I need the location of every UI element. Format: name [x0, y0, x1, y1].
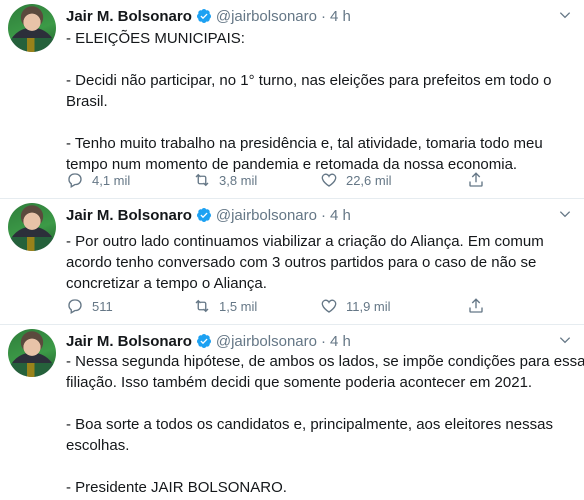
- separator-dot: ·: [320, 7, 326, 25]
- share-button[interactable]: [467, 297, 506, 315]
- tweet-line: filiação. Isso também decidi que somente…: [66, 374, 533, 391]
- reply-count: 511: [92, 298, 113, 314]
- author-handle[interactable]: @jairbolsonaro: [216, 333, 317, 350]
- verified-badge-icon: [196, 208, 211, 222]
- tweet-line-blank: [66, 456, 566, 477]
- tweet-line: - Por outro lado continuamos viabilizar …: [66, 233, 544, 250]
- tweet-line: - Decidi não participar, no 1° turno, na…: [66, 72, 552, 89]
- reply-icon: [68, 299, 82, 314]
- like-button[interactable]: 11,9 mil: [320, 297, 447, 315]
- reply-button[interactable]: 511: [66, 297, 193, 315]
- like-icon: [321, 173, 337, 187]
- avatar[interactable]: [8, 203, 56, 251]
- like-icon: [321, 299, 337, 313]
- like-button[interactable]: 22,6 mil: [320, 171, 447, 189]
- tweet-line: - Presidente JAIR BOLSONARO.: [66, 479, 287, 496]
- retweet-count: 3,8 mil: [218, 172, 258, 188]
- tweet-line: escolhas.: [66, 437, 130, 454]
- share-icon: [469, 298, 483, 313]
- tweet-line: Brasil.: [66, 93, 108, 110]
- tweet-line-blank: [66, 49, 566, 70]
- author-name[interactable]: Jair M. Bolsonaro: [66, 333, 192, 350]
- tweet-text: - ELEIÇÕES MUNICIPAIS: - Decidi não part…: [66, 28, 566, 175]
- tweet-line: - ELEIÇÕES MUNICIPAIS:: [66, 30, 245, 47]
- tweet-header: Jair M. Bolsonaro @jairbolsonaro · 4 h: [66, 6, 351, 26]
- retweet-button[interactable]: 3,8 mil: [193, 171, 320, 189]
- reply-icon: [68, 173, 82, 188]
- tweet-line: - Boa sorte a todos os candidatos e, pri…: [66, 416, 553, 433]
- tweet[interactable]: Jair M. Bolsonaro @jairbolsonaro · 4 h -…: [0, 0, 584, 199]
- avatar[interactable]: [8, 329, 56, 377]
- author-handle[interactable]: @jairbolsonaro: [216, 207, 317, 224]
- tweet-actions: 511 1,5 mil 11,9 mil: [66, 296, 506, 316]
- verified-badge-icon: [196, 9, 211, 23]
- share-button[interactable]: [467, 171, 506, 189]
- verified-badge-icon: [196, 334, 211, 348]
- tweet-line: concretizar a tempo o Aliança.: [66, 275, 267, 292]
- like-count: 22,6 mil: [345, 172, 392, 188]
- tweet-time[interactable]: 4 h: [330, 207, 351, 224]
- avatar[interactable]: [8, 4, 56, 52]
- retweet-button[interactable]: 1,5 mil: [193, 297, 320, 315]
- retweet-icon: [195, 173, 209, 187]
- separator-dot: ·: [320, 332, 326, 350]
- tweet-text: - Por outro lado continuamos viabilizar …: [66, 231, 566, 294]
- tweet-actions: 4,1 mil 3,8 mil 22,6 mil: [66, 170, 506, 190]
- tweet-line-blank: [66, 112, 566, 133]
- tweet-time[interactable]: 4 h: [330, 8, 351, 25]
- author-name[interactable]: Jair M. Bolsonaro: [66, 207, 192, 224]
- reply-count: 4,1 mil: [92, 172, 131, 188]
- tweet-line: - Nessa segunda hipótese, de ambos os la…: [66, 353, 584, 370]
- tweet[interactable]: Jair M. Bolsonaro @jairbolsonaro · 4 h -…: [0, 199, 584, 325]
- retweet-icon: [195, 299, 209, 313]
- chevron-down-icon[interactable]: [558, 8, 572, 22]
- tweet-line: acordo tenho conversado com 3 outros par…: [66, 254, 537, 271]
- reply-button[interactable]: 4,1 mil: [66, 171, 193, 189]
- tweet-time[interactable]: 4 h: [330, 333, 351, 350]
- tweet-header: Jair M. Bolsonaro @jairbolsonaro · 4 h: [66, 205, 351, 225]
- tweet-line-blank: [66, 393, 566, 414]
- tweet-text: - Nessa segunda hipótese, de ambos os la…: [66, 351, 584, 498]
- like-count: 11,9 mil: [345, 298, 391, 314]
- share-icon: [469, 172, 483, 187]
- tweet[interactable]: Jair M. Bolsonaro @jairbolsonaro · 4 h -…: [0, 325, 584, 500]
- author-handle[interactable]: @jairbolsonaro: [216, 8, 317, 25]
- author-name[interactable]: Jair M. Bolsonaro: [66, 8, 192, 25]
- retweet-count: 1,5 mil: [218, 298, 258, 314]
- separator-dot: ·: [320, 206, 326, 224]
- chevron-down-icon[interactable]: [558, 207, 572, 221]
- chevron-down-icon[interactable]: [558, 333, 572, 347]
- tweet-line: - Tenho muito trabalho na presidência e,…: [66, 135, 543, 152]
- tweet-header: Jair M. Bolsonaro @jairbolsonaro · 4 h: [66, 331, 351, 351]
